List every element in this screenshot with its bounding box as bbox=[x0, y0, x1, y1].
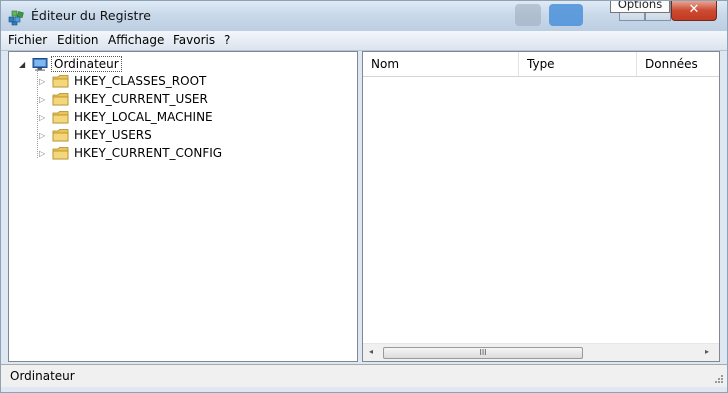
menu-favoris[interactable]: Favoris bbox=[173, 33, 215, 47]
search-icon bbox=[549, 4, 583, 26]
folder-icon bbox=[52, 75, 69, 88]
horizontal-scrollbar[interactable]: ◂ III ▸ bbox=[363, 343, 719, 361]
expand-icon[interactable]: ▷ bbox=[39, 113, 48, 122]
scroll-left-icon[interactable]: ◂ bbox=[369, 347, 373, 356]
window-title: Éditeur du Registre bbox=[31, 8, 151, 23]
values-list-pane[interactable]: Nom Type Données ◂ III ▸ bbox=[362, 51, 720, 362]
expand-icon[interactable]: ▷ bbox=[39, 95, 48, 104]
scroll-right-icon[interactable]: ▸ bbox=[705, 347, 709, 356]
close-icon: ✕ bbox=[688, 2, 700, 17]
title-bar[interactable]: Éditeur du Registre Options ✕ bbox=[1, 1, 727, 31]
folder-icon bbox=[52, 129, 69, 142]
registry-editor-icon bbox=[8, 10, 24, 26]
tree-item-hkey-users[interactable]: ▷ HKEY_USERS bbox=[39, 126, 152, 144]
tree-item-hkey-local-machine[interactable]: ▷ HKEY_LOCAL_MACHINE bbox=[39, 108, 213, 126]
status-bar: Ordinateur bbox=[1, 364, 727, 387]
menu-bar: Fichier Edition Affichage Favoris ? bbox=[1, 31, 727, 51]
scrollbar-thumb[interactable]: III bbox=[383, 347, 583, 359]
status-text: Ordinateur bbox=[10, 369, 75, 383]
tree-item-ordinateur[interactable]: ◢ Ordinateur bbox=[19, 56, 122, 72]
camera-icon bbox=[515, 4, 541, 26]
tree-item-label: HKEY_CURRENT_CONFIG bbox=[74, 146, 223, 160]
tree-guide-line bbox=[37, 68, 38, 158]
column-header-donnees[interactable]: Données bbox=[637, 52, 719, 76]
menu-help[interactable]: ? bbox=[224, 33, 230, 47]
folder-icon bbox=[52, 147, 69, 160]
close-button[interactable]: ✕ bbox=[671, 1, 717, 21]
tree-item-hkey-current-user[interactable]: ▷ HKEY_CURRENT_USER bbox=[39, 90, 208, 108]
resize-grip-icon[interactable] bbox=[714, 374, 724, 384]
grip-icon: III bbox=[479, 348, 487, 357]
tree-item-label: HKEY_CURRENT_USER bbox=[74, 92, 208, 106]
column-header-nom[interactable]: Nom bbox=[363, 52, 519, 76]
tree-root-label: Ordinateur bbox=[51, 56, 122, 72]
column-header-type[interactable]: Type bbox=[519, 52, 637, 76]
menu-affichage[interactable]: Affichage bbox=[108, 33, 164, 47]
collapse-icon[interactable]: ◢ bbox=[19, 60, 29, 69]
tree-item-label: HKEY_CLASSES_ROOT bbox=[74, 74, 207, 88]
tree-item-hkey-classes-root[interactable]: ▷ HKEY_CLASSES_ROOT bbox=[39, 72, 206, 90]
tree-item-hkey-current-config[interactable]: ▷ HKEY_CURRENT_CONFIG bbox=[39, 144, 222, 162]
computer-icon bbox=[32, 57, 48, 71]
expand-icon[interactable]: ▷ bbox=[39, 131, 48, 140]
folder-icon bbox=[52, 111, 69, 124]
client-area: ◢ Ordinateur ▷ HKEY_CLASSES_ROOT ▷ HKEY_… bbox=[8, 51, 720, 362]
expand-icon[interactable]: ▷ bbox=[39, 149, 48, 158]
menu-edition[interactable]: Edition bbox=[57, 33, 99, 47]
list-header: Nom Type Données bbox=[363, 52, 719, 77]
folder-icon bbox=[52, 93, 69, 106]
tree-pane[interactable]: ◢ Ordinateur ▷ HKEY_CLASSES_ROOT ▷ HKEY_… bbox=[8, 51, 358, 362]
expand-icon[interactable]: ▷ bbox=[39, 77, 48, 86]
options-tooltip: Options bbox=[610, 1, 670, 13]
tree-item-label: HKEY_LOCAL_MACHINE bbox=[74, 110, 213, 124]
tree-item-label: HKEY_USERS bbox=[74, 128, 152, 142]
menu-fichier[interactable]: Fichier bbox=[8, 33, 47, 47]
registry-editor-window: Éditeur du Registre Options ✕ Fichier Ed… bbox=[0, 0, 728, 393]
